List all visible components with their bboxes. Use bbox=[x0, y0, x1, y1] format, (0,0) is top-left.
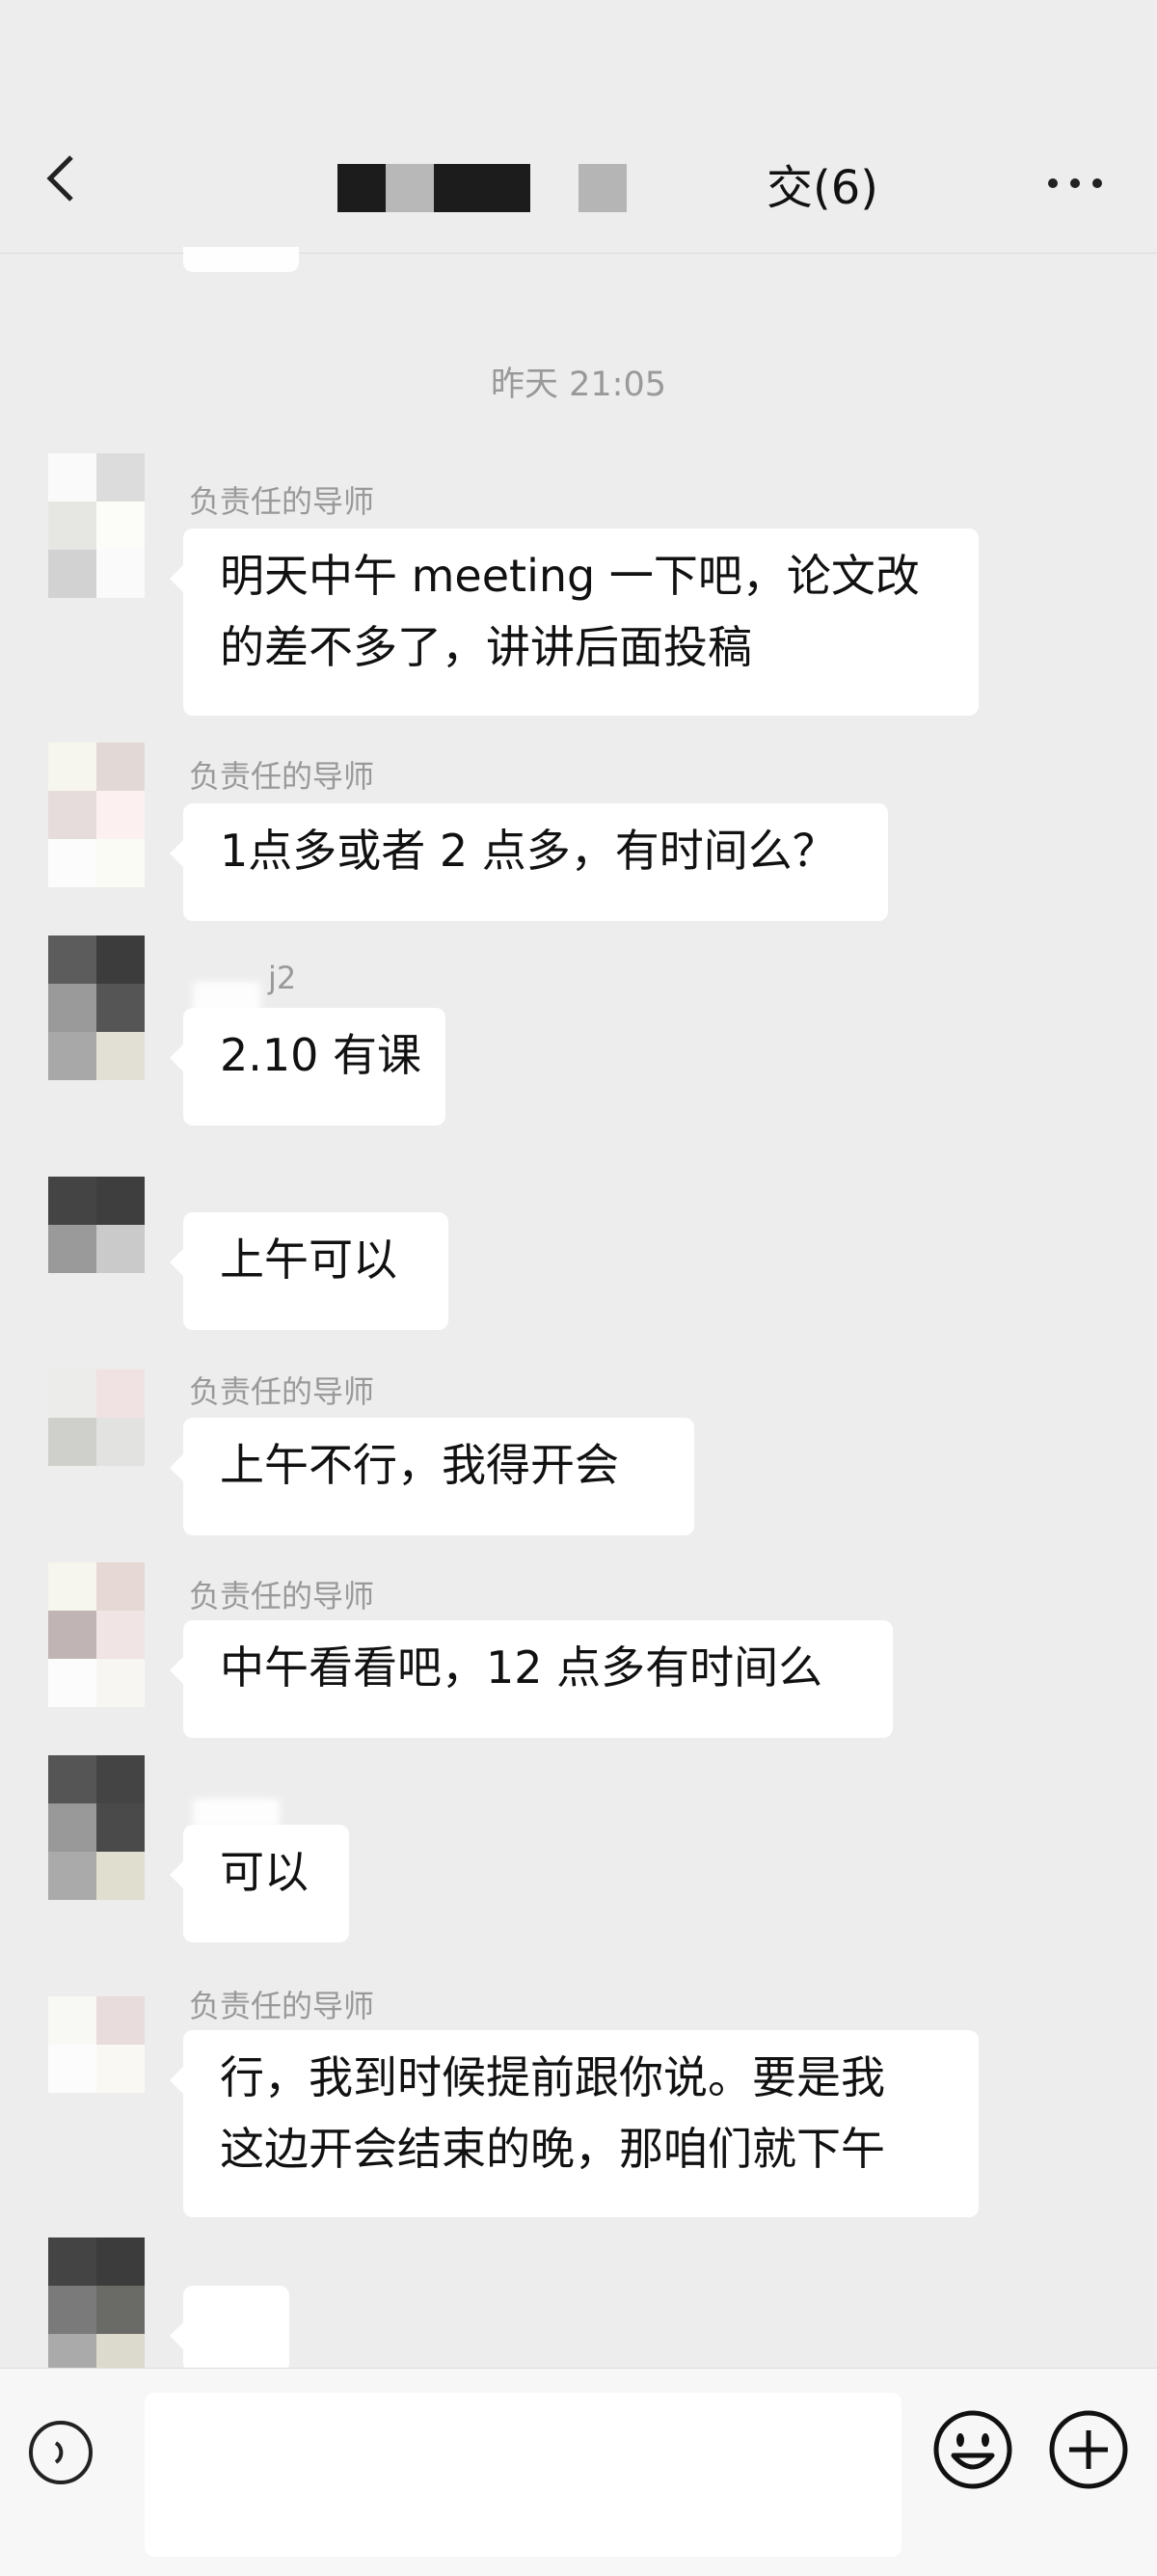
plus-icon bbox=[1049, 2410, 1128, 2489]
avatar[interactable] bbox=[48, 453, 145, 598]
message-bubble[interactable]: 上午不行，我得开会 bbox=[170, 1418, 694, 1535]
message-bubble[interactable]: 2.10 有课 bbox=[170, 1008, 445, 1125]
emoji-button[interactable] bbox=[930, 2407, 1015, 2492]
message-bubble[interactable]: 明天中午 meeting 一下吧，论文改 的差不多了，讲讲后面投稿 bbox=[170, 529, 979, 716]
avatar[interactable] bbox=[48, 1996, 145, 2141]
message-line: 可以 bbox=[220, 1846, 309, 1898]
avatar[interactable] bbox=[48, 1755, 145, 1900]
sender-name: 负责任的导师 bbox=[189, 483, 375, 520]
message-line: 1点多或者 2 点多，有时间么？ bbox=[220, 825, 837, 877]
emoji-icon bbox=[933, 2410, 1012, 2489]
message-line: 中午看看吧，12 点多有时间么 bbox=[220, 1641, 823, 1694]
message-bubble[interactable]: 上午可以 bbox=[170, 1212, 448, 1330]
more-icon bbox=[1048, 178, 1102, 188]
sender-name: 负责任的导师 bbox=[189, 1373, 375, 1410]
input-bar bbox=[0, 2368, 1157, 2576]
avatar[interactable] bbox=[48, 1177, 145, 1321]
avatar[interactable] bbox=[48, 935, 145, 1080]
message-line: 行，我到时候提前跟你说。要是我 bbox=[220, 2051, 885, 2103]
avatar[interactable] bbox=[48, 743, 145, 887]
message-line: 这边开会结束的晚，那咱们就下午 bbox=[220, 2123, 885, 2175]
message-timestamp: 昨天 21:05 bbox=[491, 366, 666, 404]
sender-name: j2 bbox=[268, 960, 297, 996]
message-line: 明天中午 meeting 一下吧，论文改 bbox=[220, 550, 920, 602]
avatar[interactable] bbox=[48, 1369, 145, 1514]
redacted-title-block bbox=[434, 164, 530, 212]
redacted-title-block bbox=[578, 164, 627, 212]
message-line: 上午可以 bbox=[220, 1234, 397, 1286]
redacted-title-block bbox=[337, 164, 386, 212]
message-bubble[interactable]: 行，我到时候提前跟你说。要是我 这边开会结束的晚，那咱们就下午 bbox=[170, 2030, 979, 2217]
blurred-sender-mask bbox=[193, 1799, 280, 1828]
sender-name: 负责任的导师 bbox=[189, 1988, 375, 2024]
message-input[interactable] bbox=[145, 2393, 901, 2557]
message-bubble[interactable]: 1点多或者 2 点多，有时间么？ bbox=[170, 803, 888, 921]
chat-header: 交(6) bbox=[0, 0, 1157, 254]
message-line: 2.10 有课 bbox=[220, 1029, 422, 1081]
chevron-left-icon bbox=[46, 155, 73, 202]
chat-title: 交(6) bbox=[328, 154, 906, 222]
avatar[interactable] bbox=[48, 2237, 145, 2382]
back-button[interactable] bbox=[39, 149, 87, 207]
redacted-title-block bbox=[386, 164, 434, 212]
voice-icon bbox=[29, 2421, 93, 2484]
more-button[interactable] bbox=[1041, 154, 1109, 212]
chat-title-text: 交(6) bbox=[767, 161, 878, 215]
message-bubble[interactable]: 可以 bbox=[170, 1825, 349, 1942]
message-bubble[interactable]: 中午看看吧，12 点多有时间么 bbox=[170, 1620, 893, 1738]
plus-button[interactable] bbox=[1046, 2407, 1131, 2492]
partial-message-bubble bbox=[183, 247, 299, 272]
message-line: 的差不多了，讲讲后面投稿 bbox=[220, 621, 752, 673]
sender-name: 负责任的导师 bbox=[189, 1578, 375, 1614]
message-line: 上午不行，我得开会 bbox=[220, 1439, 619, 1491]
avatar[interactable] bbox=[48, 1562, 145, 1707]
sender-name: 负责任的导师 bbox=[189, 758, 375, 795]
voice-button[interactable] bbox=[27, 2419, 94, 2486]
message-bubble[interactable] bbox=[170, 2286, 289, 2373]
